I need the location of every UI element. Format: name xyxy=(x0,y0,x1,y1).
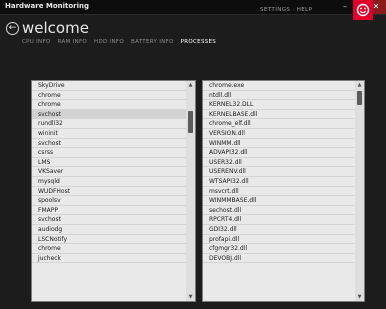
module-list-item[interactable]: cfgmgr32.dll xyxy=(203,244,355,254)
process-list-item[interactable]: svchost xyxy=(32,139,186,149)
title-bar: Hardware Monitoring – □ ✕ xyxy=(0,0,386,15)
tab-cpu-info[interactable]: CPU INFO xyxy=(22,39,51,45)
back-arrow-icon[interactable]: ← xyxy=(6,22,19,35)
module-list-item[interactable]: KERNELBASE.dll xyxy=(203,110,355,120)
scroll-up-icon[interactable]: ▲ xyxy=(186,81,195,89)
module-list[interactable]: chrome.exe ntdll.dll KERNEL32.DLL KERNELBAS… xyxy=(202,80,365,302)
module-list-item[interactable]: ADVAPI32.dll xyxy=(203,148,355,158)
module-list-item[interactable]: USER32.dll xyxy=(203,158,355,168)
process-list-item[interactable]: WUDFHost xyxy=(32,187,186,197)
module-list-item[interactable]: WINMMBASE.dll xyxy=(203,196,355,206)
process-list-item[interactable]: audiodg xyxy=(32,225,186,235)
minimize-icon[interactable]: – xyxy=(338,0,352,14)
process-list-item[interactable]: mysqld xyxy=(32,177,186,187)
tab-battery-info[interactable]: BATTERY INFO xyxy=(131,39,174,45)
process-list-item[interactable]: chrome xyxy=(32,244,186,254)
module-list-item[interactable]: RPCRT4.dll xyxy=(203,215,355,225)
module-list-item[interactable]: ntdll.dll xyxy=(203,91,355,101)
tab-processes[interactable]: PROCESSES xyxy=(181,39,216,45)
module-list-item[interactable]: profapi.dll xyxy=(203,235,355,245)
process-list-item[interactable]: svchost xyxy=(32,215,186,225)
tab-hdd-info[interactable]: HDD INFO xyxy=(94,39,124,45)
module-list-item[interactable]: VERSION.dll xyxy=(203,129,355,139)
process-rows: SkyDrive chrome chrome svchost rundll32 winin… xyxy=(32,81,186,264)
process-list-scrollbar[interactable]: ▲ ▼ xyxy=(186,81,195,301)
process-list-item[interactable]: chrome xyxy=(32,91,186,101)
module-rows: chrome.exe ntdll.dll KERNEL32.DLL KERNELBAS… xyxy=(203,81,355,264)
process-list-item[interactable]: rundll32 xyxy=(32,119,186,129)
process-list-item[interactable]: VKSaver xyxy=(32,167,186,177)
module-list-item[interactable]: KERNEL32.DLL xyxy=(203,100,355,110)
brand-logo-icon xyxy=(353,0,373,20)
module-list-item[interactable]: chrome_elf.dll xyxy=(203,119,355,129)
process-list-item[interactable]: wininit xyxy=(32,129,186,139)
process-list-item[interactable]: jucheck xyxy=(32,254,186,264)
scroll-up-icon[interactable]: ▲ xyxy=(355,81,364,89)
process-list-item[interactable]: chrome xyxy=(32,100,186,110)
process-list-item[interactable]: SkyDrive xyxy=(32,81,186,91)
tab-bar: CPU INFO RAM INFO HDD INFO BATTERY INFO … xyxy=(22,39,216,45)
page-title: welcome xyxy=(22,19,89,37)
process-list-item[interactable]: LMS xyxy=(32,158,186,168)
scroll-down-icon[interactable]: ▼ xyxy=(355,293,364,301)
tab-ram-info[interactable]: RAM INFO xyxy=(58,39,87,45)
module-list-item[interactable]: WTSAPI32.dll xyxy=(203,177,355,187)
module-list-item[interactable]: GDI32.dll xyxy=(203,225,355,235)
process-list-item[interactable]: svchost xyxy=(32,109,186,120)
module-list-scrollbar[interactable]: ▲ ▼ xyxy=(355,81,364,301)
process-list-item[interactable]: csrss xyxy=(32,148,186,158)
module-list-item[interactable]: DEVOBJ.dll xyxy=(203,254,355,264)
module-list-item[interactable]: WINMM.dll xyxy=(203,139,355,149)
scroll-thumb[interactable] xyxy=(188,111,193,133)
window-title: Hardware Monitoring xyxy=(5,2,90,10)
process-list-item[interactable]: FMAPP xyxy=(32,206,186,216)
process-list-item[interactable]: spoolsv xyxy=(32,196,186,206)
process-list[interactable]: SkyDrive chrome chrome svchost rundll32 winin… xyxy=(31,80,196,302)
module-list-item[interactable]: sechost.dll xyxy=(203,206,355,216)
scroll-thumb[interactable] xyxy=(357,91,362,105)
module-list-item[interactable]: USERENV.dll xyxy=(203,167,355,177)
scroll-down-icon[interactable]: ▼ xyxy=(186,293,195,301)
process-list-item[interactable]: LSCNotify xyxy=(32,235,186,245)
module-list-item[interactable]: msvcrt.dll xyxy=(203,187,355,197)
module-list-item[interactable]: chrome.exe xyxy=(203,81,355,91)
header-links[interactable]: SETTINGS · HELP xyxy=(260,7,312,13)
